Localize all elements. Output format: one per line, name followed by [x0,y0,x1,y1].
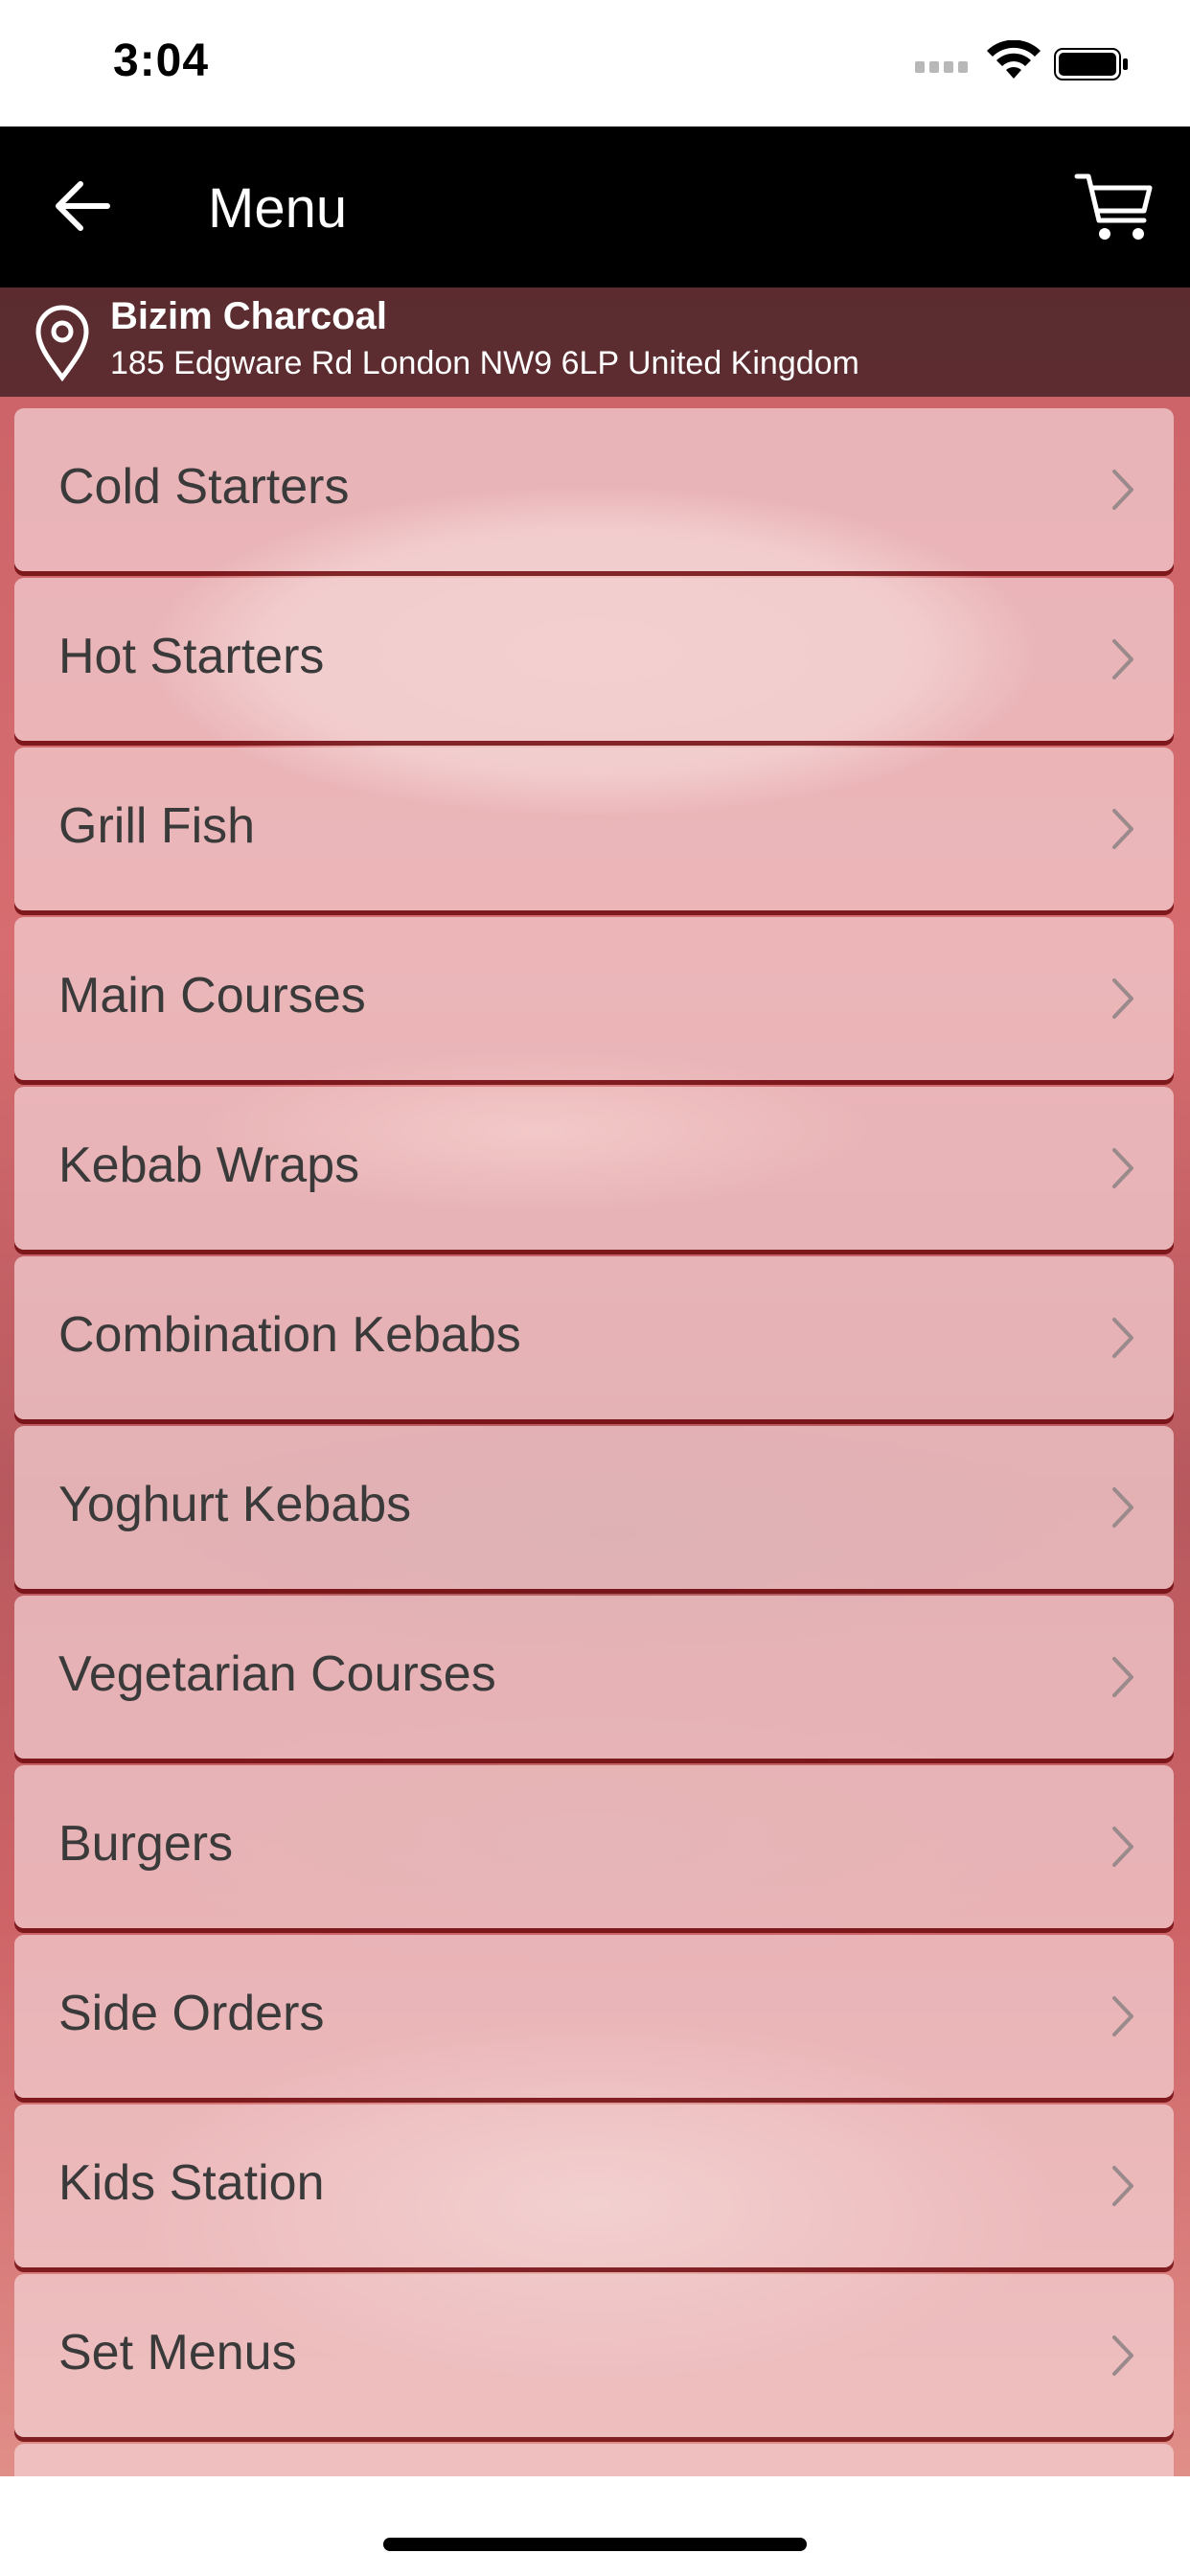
home-indicator[interactable] [383,2538,807,2551]
menu-category-side-orders[interactable]: Side Orders [14,1935,1174,2098]
chevron-right-icon [1112,2335,1133,2376]
chevron-right-icon [1112,1657,1133,1697]
menu-category-burgers[interactable]: Burgers [14,1765,1174,1928]
menu-category-label: Vegetarian Courses [58,1646,496,1702]
menu-category-kebab-wraps[interactable]: Kebab Wraps [14,1087,1174,1250]
back-arrow-icon[interactable] [50,172,117,240]
menu-category-vegetarian-courses[interactable]: Vegetarian Courses [14,1596,1174,1759]
menu-category-partial[interactable] [14,2444,1174,2476]
restaurant-address: 185 Edgware Rd London NW9 6LP United Kin… [110,345,859,381]
menu-category-kids-station[interactable]: Kids Station [14,2104,1174,2267]
nav-bar: Menu [0,126,1190,288]
status-time: 3:04 [113,35,210,86]
chevron-right-icon [1112,470,1133,510]
menu-category-label: Main Courses [58,968,366,1024]
home-indicator-area [0,2476,1190,2576]
menu-category-label: Grill Fish [58,798,256,854]
status-bar: 3:04 [0,0,1190,126]
cellular-signal-icon [915,59,971,73]
location-pin-icon [35,305,89,381]
chevron-right-icon [1112,1148,1133,1188]
menu-category-label: Yoghurt Kebabs [58,1477,412,1532]
chevron-right-icon [1112,639,1133,679]
menu-category-label: Kids Station [58,2155,325,2211]
chevron-right-icon [1112,1996,1133,2036]
menu-category-set-menus[interactable]: Set Menus [14,2274,1174,2437]
chevron-right-icon [1112,1487,1133,1528]
menu-category-grill-fish[interactable]: Grill Fish [14,748,1174,910]
menu-category-label: Hot Starters [58,629,325,684]
restaurant-name: Bizim Charcoal [110,295,387,337]
menu-category-yoghurt-kebabs[interactable]: Yoghurt Kebabs [14,1426,1174,1589]
menu-category-cold-starters[interactable]: Cold Starters [14,408,1174,571]
battery-icon [1054,48,1128,80]
chevron-right-icon [1112,2166,1133,2206]
menu-category-combination-kebabs[interactable]: Combination Kebabs [14,1256,1174,1419]
chevron-right-icon [1112,1827,1133,1867]
menu-category-label: Burgers [58,1816,234,1872]
menu-category-label: Set Menus [58,2325,297,2380]
menu-category-hot-starters[interactable]: Hot Starters [14,578,1174,741]
menu-category-label: Side Orders [58,1986,325,2041]
menu-content: Bizim Charcoal 185 Edgware Rd London NW9… [0,288,1190,2476]
wifi-icon [987,40,1041,79]
page-title: Menu [208,177,348,240]
restaurant-location-header: Bizim Charcoal 185 Edgware Rd London NW9… [0,288,1190,397]
menu-category-label: Combination Kebabs [58,1307,521,1363]
menu-category-main-courses[interactable]: Main Courses [14,917,1174,1080]
chevron-right-icon [1112,978,1133,1019]
cart-icon[interactable] [1073,165,1156,247]
chevron-right-icon [1112,1318,1133,1358]
chevron-right-icon [1112,809,1133,849]
menu-category-label: Cold Starters [58,459,350,515]
menu-category-label: Kebab Wraps [58,1138,360,1193]
